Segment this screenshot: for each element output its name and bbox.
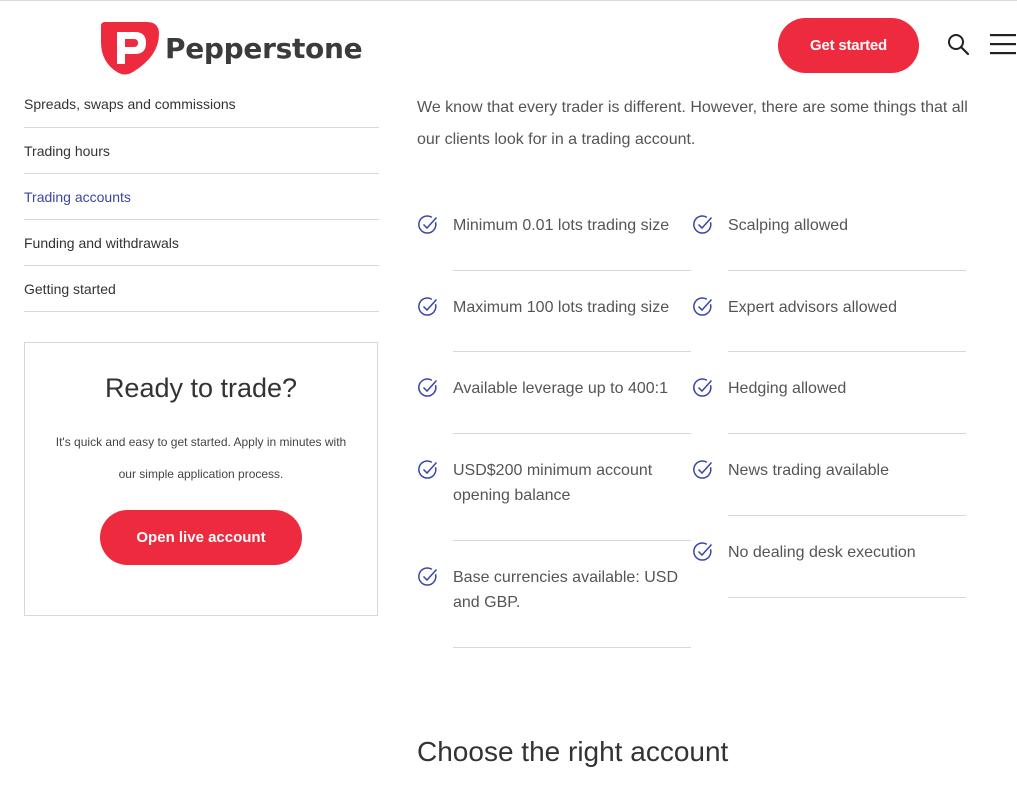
divider bbox=[453, 540, 691, 541]
sidebar-item-spreads[interactable]: Spreads, swaps and commissions bbox=[24, 82, 379, 128]
divider bbox=[728, 433, 966, 434]
get-started-button[interactable]: Get started bbox=[778, 18, 919, 73]
feature-label: USD$200 minimum account opening balance bbox=[453, 462, 653, 504]
check-circle-icon bbox=[693, 542, 713, 561]
check-circle-icon bbox=[418, 215, 438, 234]
hamburger-menu-icon[interactable] bbox=[990, 33, 1016, 55]
sidebar-item-funding[interactable]: Funding and withdrawals bbox=[24, 220, 379, 266]
feature-label: News trading available bbox=[728, 462, 889, 479]
sidebar-nav: Spreads, swaps and commissions Trading h… bbox=[24, 82, 379, 312]
ready-to-trade-card: Ready to trade? It's quick and easy to g… bbox=[24, 342, 378, 616]
brand-name: Pepperstone bbox=[165, 31, 363, 65]
feature-label: Hedging allowed bbox=[728, 380, 847, 397]
divider bbox=[453, 647, 691, 648]
brand-logo[interactable]: Pepperstone bbox=[99, 20, 363, 76]
divider bbox=[453, 270, 691, 271]
check-circle-icon bbox=[693, 378, 713, 397]
check-circle-icon bbox=[418, 460, 438, 479]
feature-label: Maximum 100 lots trading size bbox=[453, 299, 670, 316]
feature-label: Base currencies available: USD and GBP. bbox=[453, 569, 678, 611]
sidebar-item-label: Funding and withdrawals bbox=[24, 234, 179, 251]
check-circle-icon bbox=[693, 460, 713, 479]
pepperstone-logo-icon bbox=[101, 22, 159, 75]
cta-description: It's quick and easy to get started. Appl… bbox=[55, 435, 347, 481]
check-circle-icon bbox=[418, 297, 438, 316]
feature-label: Minimum 0.01 lots trading size bbox=[453, 217, 670, 234]
check-circle-icon bbox=[418, 567, 438, 586]
sidebar-item-trading-accounts[interactable]: Trading accounts bbox=[24, 174, 379, 220]
section-title: Choose the right account bbox=[417, 736, 729, 767]
sidebar-item-label: Trading accounts bbox=[24, 188, 131, 205]
sidebar-item-getting-started[interactable]: Getting started bbox=[24, 266, 379, 312]
open-live-account-button[interactable]: Open live account bbox=[100, 510, 302, 565]
divider bbox=[728, 270, 966, 271]
divider bbox=[728, 515, 966, 516]
divider bbox=[453, 351, 691, 352]
feature-label: No dealing desk execution bbox=[728, 544, 916, 561]
divider bbox=[728, 597, 966, 598]
search-icon[interactable] bbox=[946, 32, 970, 56]
divider bbox=[728, 351, 966, 352]
feature-label: Expert advisors allowed bbox=[728, 299, 897, 316]
check-circle-icon bbox=[418, 378, 438, 397]
cta-title: Ready to trade? bbox=[104, 373, 298, 403]
sidebar-item-label: Getting started bbox=[24, 280, 116, 297]
top-border bbox=[0, 0, 1017, 1]
feature-label: Scalping allowed bbox=[728, 217, 849, 234]
check-circle-icon bbox=[693, 215, 713, 234]
intro-paragraph: We know that every trader is different. … bbox=[417, 99, 968, 148]
feature-label: Available leverage up to 400:1 bbox=[453, 380, 668, 397]
check-circle-icon bbox=[693, 297, 713, 316]
divider bbox=[453, 433, 691, 434]
sidebar-item-trading-hours[interactable]: Trading hours bbox=[24, 128, 379, 174]
sidebar-item-label: Trading hours bbox=[24, 142, 110, 159]
sidebar-item-label: Spreads, swaps and commissions bbox=[24, 95, 236, 112]
